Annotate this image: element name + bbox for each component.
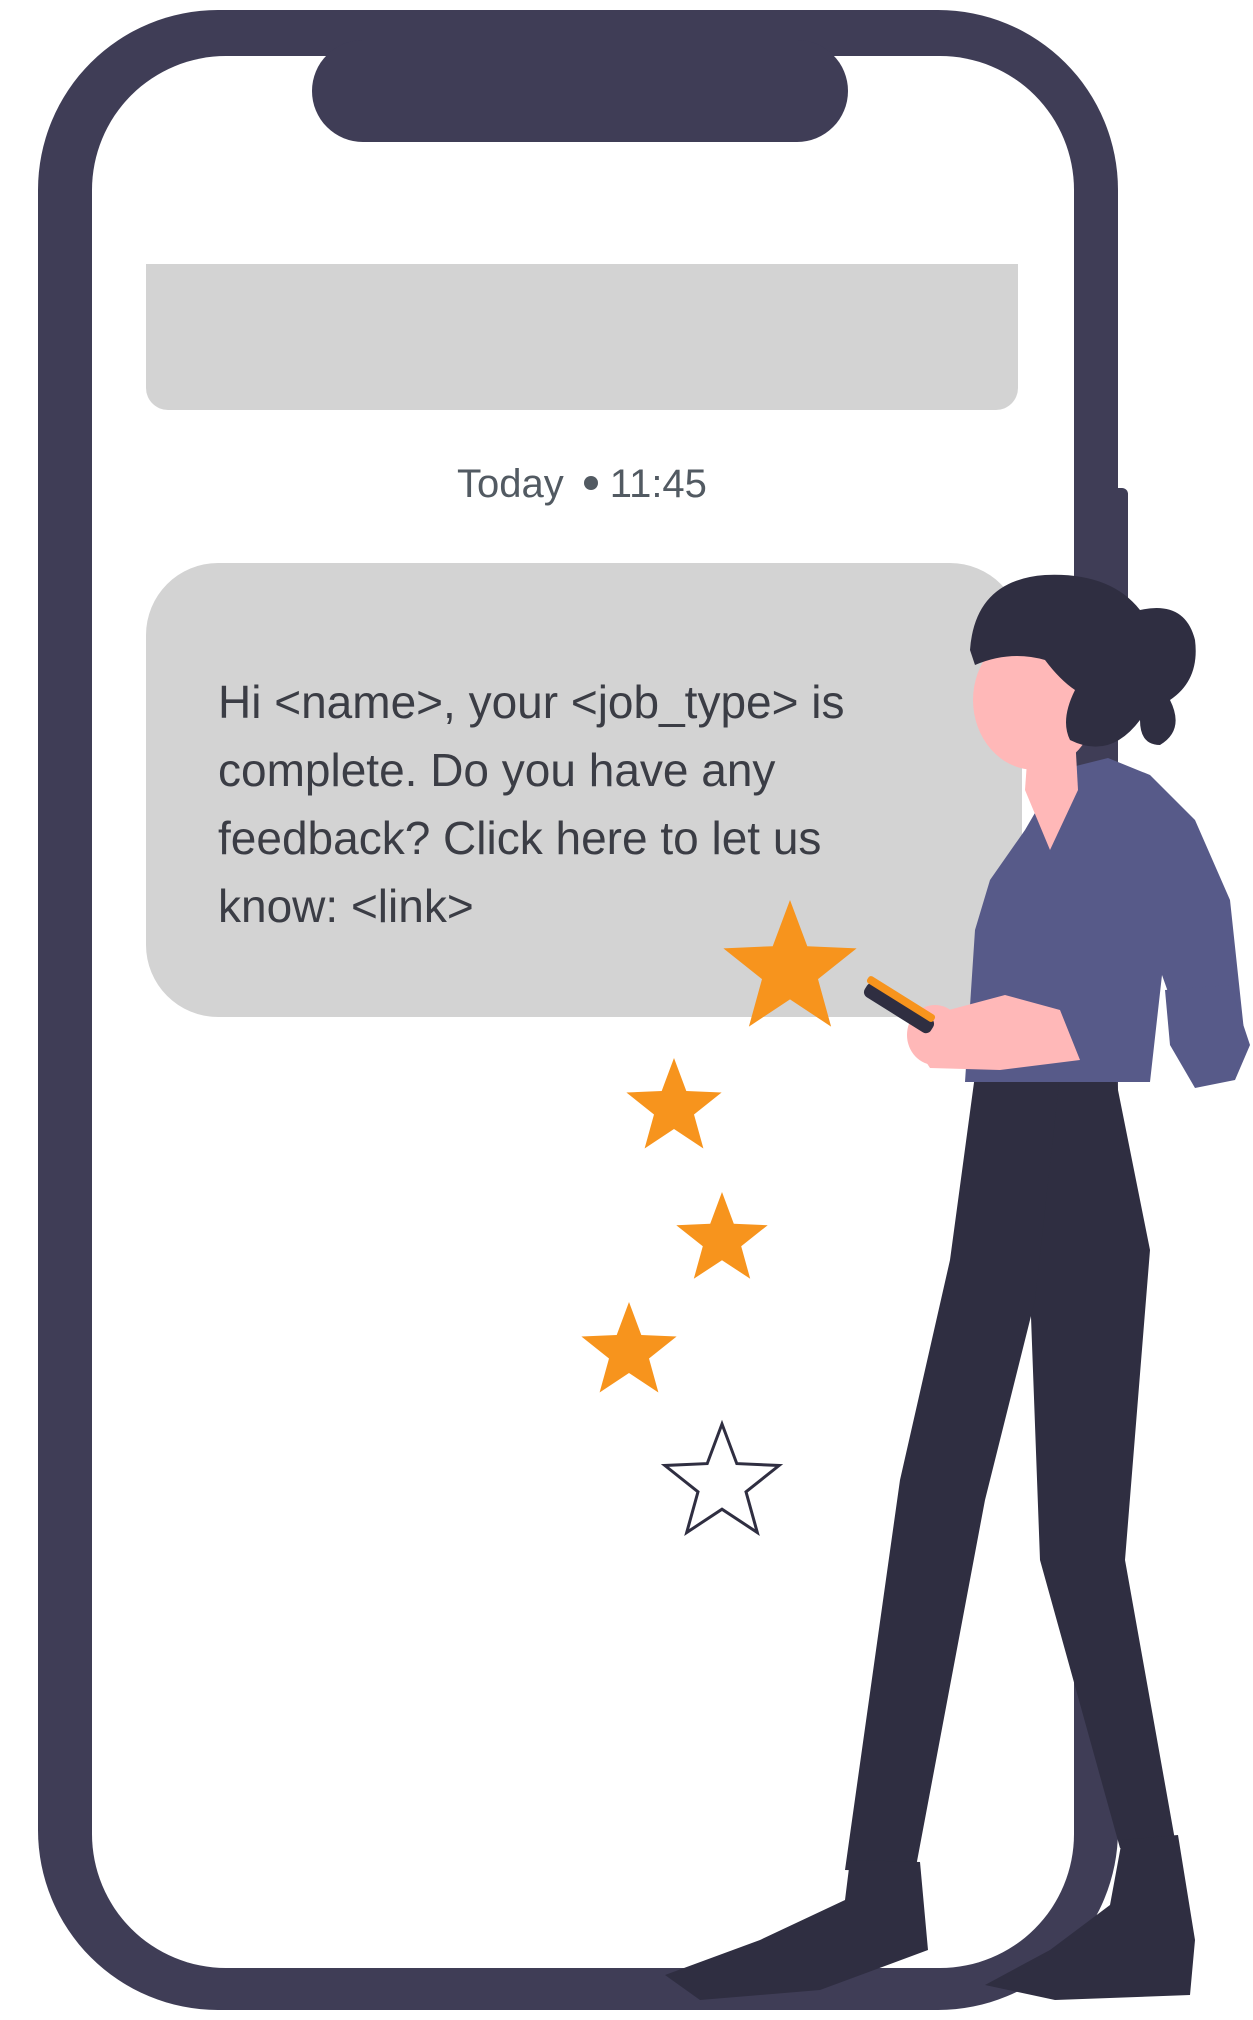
phone-notch (312, 40, 848, 142)
timestamp-date: Today (457, 462, 564, 506)
conversation-header-bar (146, 264, 1018, 410)
timestamp-time: 11:45 (609, 462, 707, 506)
message-timestamp: Today 11:45 (0, 462, 1164, 507)
separator-dot (583, 476, 598, 491)
message-text: Hi <name>, your <job_type> is complete. … (218, 676, 845, 932)
